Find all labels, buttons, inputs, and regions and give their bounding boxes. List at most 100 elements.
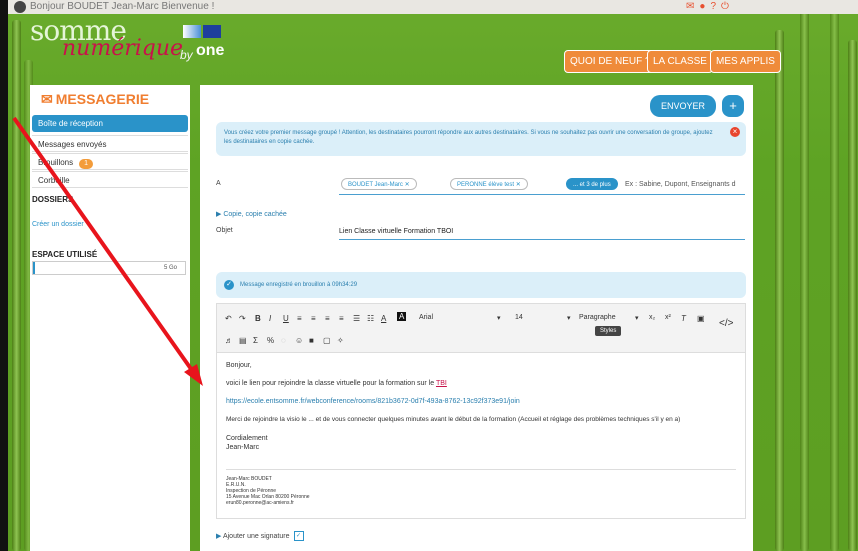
styles-tooltip: Styles (595, 326, 622, 336)
space-heading: ESPACE UTILISÉ (32, 250, 98, 259)
body-closing: Cordialement (226, 435, 268, 442)
copy-toggle[interactable]: ▶ Copie, copie cachée (216, 210, 287, 218)
remove-recipient-icon[interactable]: ✕ (516, 182, 521, 188)
grid-icon[interactable]: ■ (309, 336, 314, 345)
send-button[interactable]: ENVOYER (650, 95, 716, 117)
top-icons: ✉●?⏻ (686, 1, 734, 12)
size-dropdown-icon[interactable]: ▾ (567, 314, 571, 322)
file-icon[interactable]: ▢ (323, 336, 331, 345)
italic-icon[interactable]: I (269, 314, 271, 323)
nav-la-classe[interactable]: LA CLASSE (647, 50, 713, 73)
redo-icon[interactable]: ↷ (239, 314, 246, 323)
justify-icon[interactable]: ≡ (339, 314, 344, 323)
paragraph-dropdown-icon[interactable]: ▾ (635, 314, 639, 322)
messagerie-sidebar: ✉ MESSAGERIE Boîte de réception Messages … (30, 85, 190, 551)
greeting-text: Bonjour BOUDET Jean-Marc Bienvenue ! (30, 1, 215, 12)
bullet-list-icon[interactable]: ☰ (353, 314, 360, 323)
align-left-icon[interactable]: ≡ (297, 314, 302, 323)
recipient-chip[interactable]: BOUDET Jean-Marc ✕ (341, 178, 417, 190)
drafts-label: Brouillons (38, 158, 74, 167)
nav-quoi-de-neuf[interactable]: QUOI DE NEUF ? (564, 50, 657, 73)
draft-saved-notice: ✓ Message enregistré en brouillon à 09h3… (216, 272, 746, 298)
signature-divider (226, 469, 736, 470)
image-icon[interactable]: ▣ (697, 314, 705, 323)
copy-label: Copie, copie cachée (223, 211, 287, 218)
sidebar-item-drafts[interactable]: Brouillons 1 (32, 153, 188, 170)
bold-icon[interactable]: B (255, 314, 261, 323)
sidebar-item-trash[interactable]: Corbeille (32, 171, 188, 188)
recipient-name: PERONNE élève test (457, 182, 515, 188)
body-greeting: Bonjour, (226, 362, 252, 369)
to-underline (339, 194, 745, 195)
align-right-icon[interactable]: ≡ (325, 314, 330, 323)
logo-one: one (196, 42, 225, 59)
recipient-name: BOUDET Jean-Marc (348, 182, 403, 188)
more-recipients-chip[interactable]: ... et 3 de plus (566, 178, 618, 190)
close-icon[interactable]: × (730, 127, 740, 137)
sidebar-item-inbox[interactable]: Boîte de réception (32, 115, 188, 132)
recipient-chip[interactable]: PERONNE élève test ✕ (450, 178, 528, 190)
folders-heading: DOSSIERS (32, 195, 74, 204)
conference-link[interactable]: https://ecole.entsomme.fr/webconference/… (226, 398, 520, 405)
create-folder-link[interactable]: Créer un dossier (32, 221, 84, 228)
emoji-icon[interactable]: ☺ (295, 336, 303, 345)
to-input[interactable]: Ex : Sabine, Dupont, Enseignants d (625, 181, 736, 188)
body-line1: voici le lien pour rejoindre la classe v… (226, 380, 447, 387)
source-code-icon[interactable]: </> (719, 318, 733, 329)
caret-right-icon: ▶ (216, 211, 222, 218)
paragraph-select[interactable]: Paragraphe (579, 314, 616, 321)
mail-icon[interactable]: ✉ (686, 1, 699, 12)
sigma-icon[interactable]: Σ (253, 336, 258, 345)
user-icon[interactable]: ● (699, 1, 710, 12)
unlink-icon[interactable]: ◌ (281, 336, 286, 345)
nav-mes-applis[interactable]: MES APPLIS (710, 50, 781, 73)
text-color-icon[interactable]: A (381, 314, 386, 323)
clear-format-icon[interactable]: T (681, 314, 686, 323)
puzzle-icon[interactable]: ✧ (337, 336, 344, 345)
add-signature-label: Ajouter une signature (222, 532, 290, 540)
sidebar-item-sent[interactable]: Messages envoyés (32, 135, 188, 152)
editor-toolbar: ↶ ↷ B I U ≡ ≡ ≡ ≡ ☰ ☷ A A Arial ▾ 14 ▾ P… (217, 304, 745, 353)
align-center-icon[interactable]: ≡ (311, 314, 316, 323)
top-user-bar: Bonjour BOUDET Jean-Marc Bienvenue ! ✉●?… (8, 0, 858, 14)
bamboo-stalk (830, 10, 839, 551)
bamboo-stalk (775, 30, 784, 551)
logo-numerique: numérique (62, 36, 184, 61)
font-select[interactable]: Arial (419, 314, 433, 321)
bamboo-stalk (800, 0, 809, 551)
subject-underline (339, 239, 745, 240)
superscript-icon[interactable]: x² (665, 314, 671, 321)
messagerie-title: ✉ MESSAGERIE (41, 91, 150, 107)
compose-panel: ENVOYER + Vous créez votre premier messa… (200, 85, 753, 551)
font-dropdown-icon[interactable]: ▾ (497, 314, 501, 322)
undo-icon[interactable]: ↶ (225, 314, 232, 323)
signature-block: Jean-Marc BOUDET E.R.U.N. Inspection de … (226, 476, 310, 506)
highlight-color-icon[interactable]: A (397, 312, 407, 321)
eu-flag-icon (203, 25, 221, 38)
subscript-icon[interactable]: x₂ (649, 314, 655, 321)
avatar[interactable] (14, 1, 26, 13)
add-signature-toggle[interactable]: ▶ Ajouter une signature ✓ (216, 531, 304, 541)
subject-input[interactable]: Lien Classe virtuelle Formation TBOI (339, 228, 453, 235)
numbered-list-icon[interactable]: ☷ (367, 314, 374, 323)
table-icon[interactable]: ▤ (239, 336, 247, 345)
underline-icon[interactable]: U (283, 314, 289, 323)
size-select[interactable]: 14 (515, 314, 523, 321)
remove-recipient-icon[interactable]: ✕ (405, 182, 410, 188)
link-icon[interactable]: % (267, 336, 274, 345)
power-icon[interactable]: ⏻ (721, 1, 734, 12)
body-line1-text: voici le lien pour rejoindre la classe v… (226, 380, 436, 387)
body-name: Jean-Marc (226, 444, 260, 451)
envelope-icon: ✉ (41, 91, 53, 107)
group-warning-alert: Vous créez votre premier message groupé … (216, 122, 746, 156)
alert-text: Vous créez votre premier message groupé … (224, 130, 713, 145)
rich-text-editor[interactable]: ↶ ↷ B I U ≡ ≡ ≡ ≡ ☰ ☷ A A Arial ▾ 14 ▾ P… (216, 303, 746, 519)
help-icon[interactable]: ? (710, 1, 721, 12)
region-flag-icon (183, 25, 201, 38)
add-button[interactable]: + (722, 95, 744, 117)
signature-checkbox[interactable]: ✓ (293, 531, 304, 541)
bamboo-stalk (848, 40, 857, 551)
site-logo[interactable]: somme numérique by one (30, 14, 224, 62)
audio-icon[interactable]: ♬ (225, 336, 233, 345)
left-black-border (0, 0, 8, 551)
